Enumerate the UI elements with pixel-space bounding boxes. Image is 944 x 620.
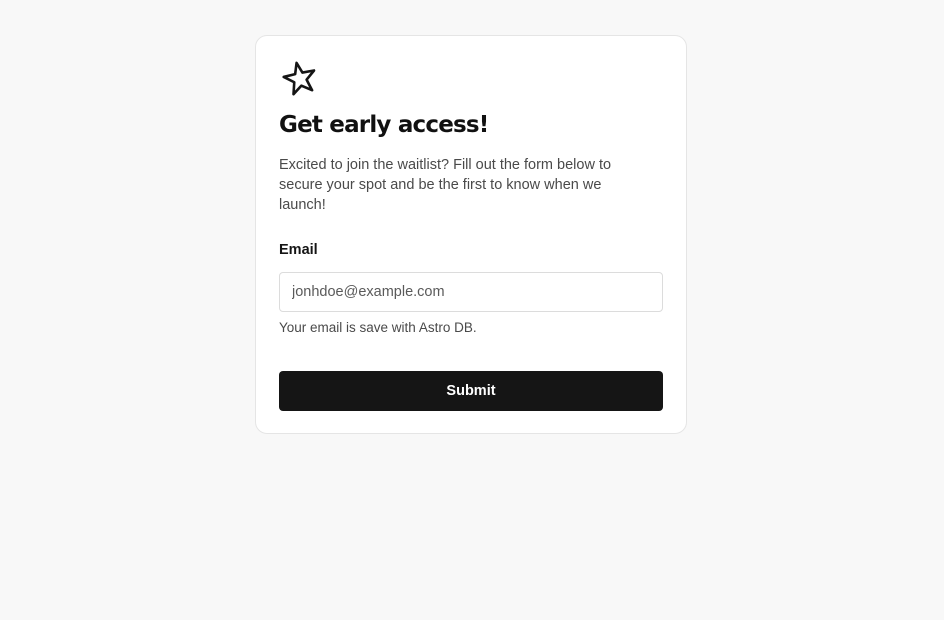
waitlist-card: Get early access! Excited to join the wa… xyxy=(255,35,687,434)
submit-button[interactable]: Submit xyxy=(279,371,663,411)
page-title: Get early access! xyxy=(279,112,489,138)
star-icon xyxy=(280,59,320,99)
email-field[interactable] xyxy=(279,272,663,312)
email-label: Email xyxy=(279,242,318,258)
email-hint: Your email is save with Astro DB. xyxy=(279,320,477,335)
form-description: Excited to join the waitlist? Fill out t… xyxy=(279,157,612,213)
